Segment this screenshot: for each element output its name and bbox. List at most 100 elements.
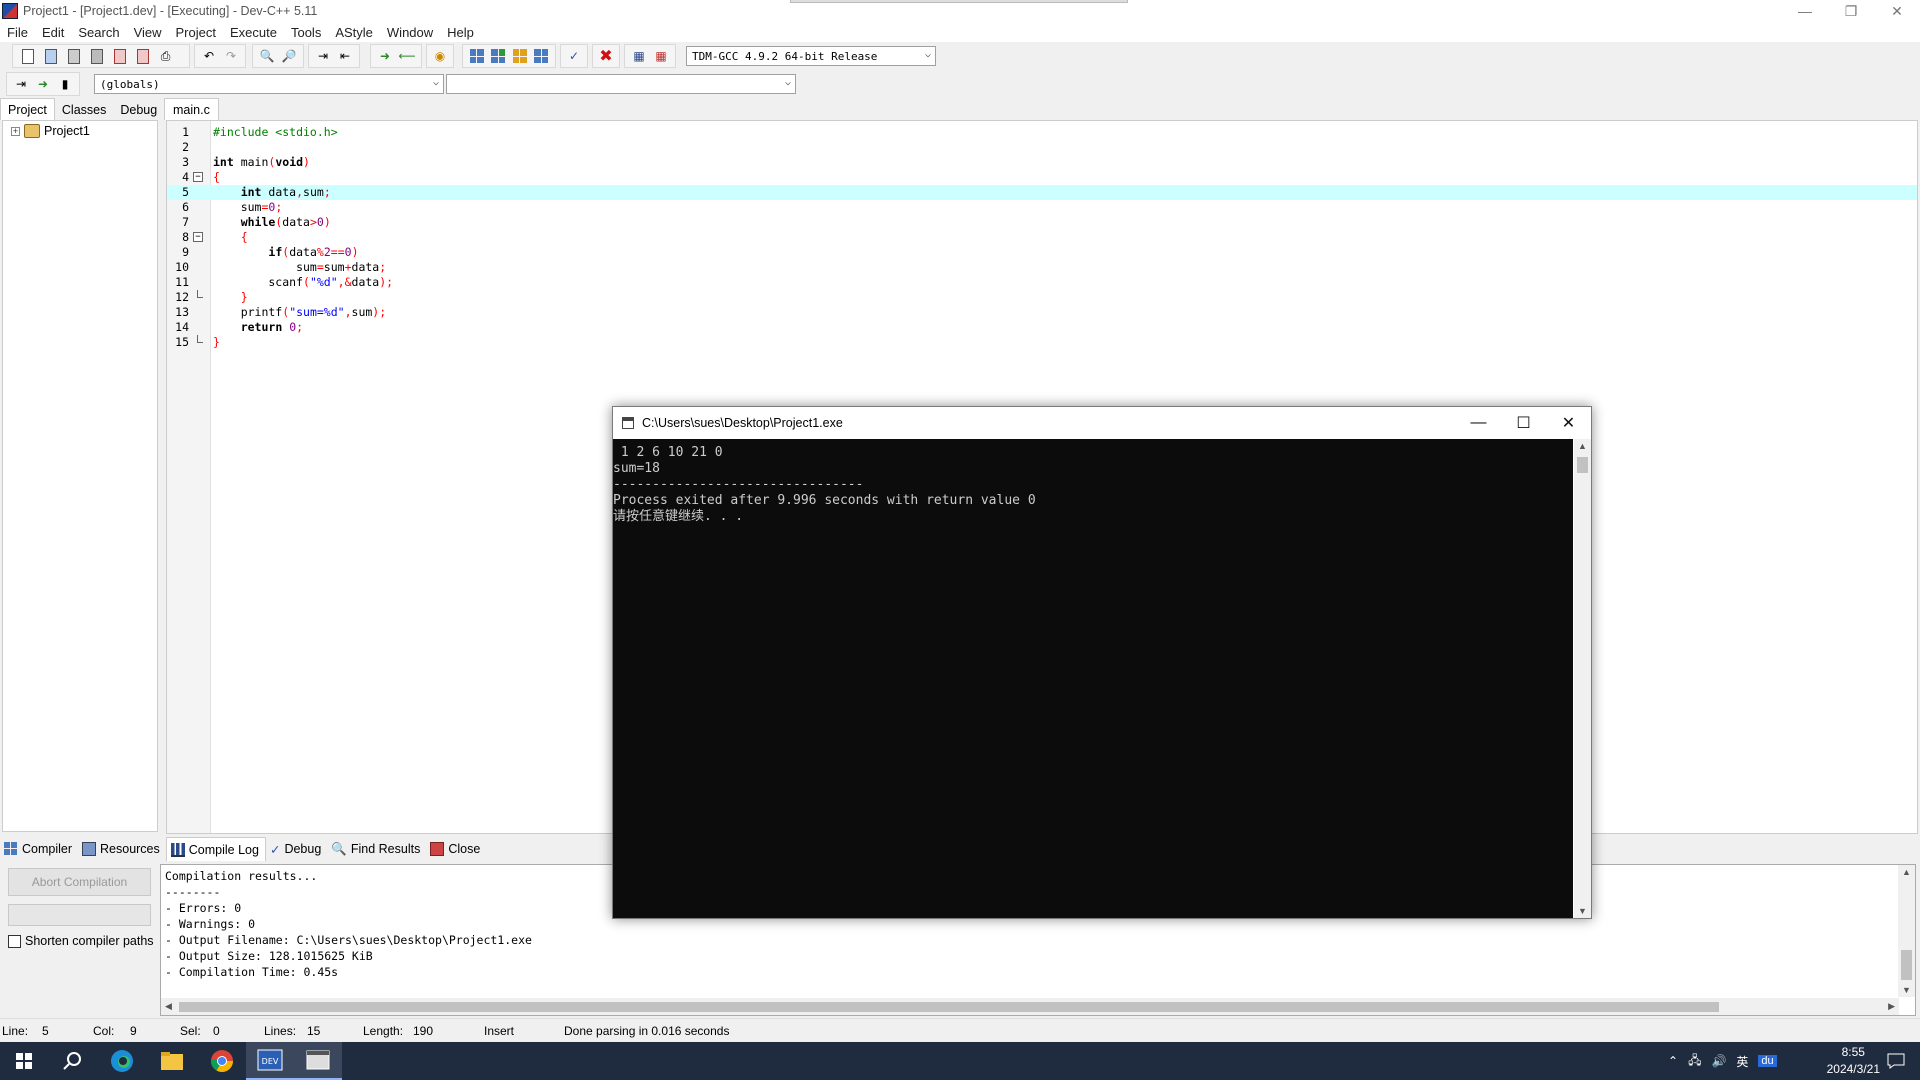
log-horizontal-scrollbar[interactable]: ◀ ▶ <box>161 998 1899 1015</box>
menu-execute[interactable]: Execute <box>223 25 284 40</box>
goto-line-icon[interactable]: ➜ <box>376 47 394 66</box>
edge-taskbar-button[interactable] <box>98 1042 146 1080</box>
code-line[interactable]: 11 scanf("%d",&data); <box>167 275 1917 290</box>
compile-run-icon[interactable] <box>511 47 529 66</box>
compile-icon[interactable] <box>468 47 486 66</box>
redo-icon[interactable]: ↷ <box>222 47 240 66</box>
code-line[interactable]: 8− { <box>167 230 1917 245</box>
scroll-thumb[interactable] <box>1901 950 1912 980</box>
menu-window[interactable]: Window <box>380 25 440 40</box>
devcpp-app-icon[interactable] <box>2 3 18 19</box>
fold-collapse-icon[interactable]: − <box>193 232 203 242</box>
tab-project[interactable]: Project <box>0 98 55 120</box>
minimize-button[interactable]: — <box>1782 0 1828 22</box>
open-file-icon[interactable] <box>41 47 60 66</box>
close-all-icon[interactable] <box>133 47 152 66</box>
code-line[interactable]: 7 while(data>0) <box>167 215 1917 230</box>
menu-search[interactable]: Search <box>71 25 126 40</box>
scroll-down-icon[interactable]: ▼ <box>1578 906 1587 916</box>
tab-resources[interactable]: Resources <box>78 837 166 861</box>
tab-compiler[interactable]: Compiler <box>0 837 78 861</box>
restore-button[interactable]: ❐ <box>1828 0 1874 22</box>
abort-compilation-button[interactable]: Abort Compilation <box>8 868 151 896</box>
syntax-check-icon[interactable]: ✓ <box>566 47 582 66</box>
menu-astyle[interactable]: AStyle <box>328 25 380 40</box>
code-line[interactable]: 14 return 0; <box>167 320 1917 335</box>
console-output-area[interactable]: 1 2 6 10 21 0 sum=18 ---------------------… <box>613 439 1573 918</box>
find-icon[interactable]: 🔍 <box>258 47 276 66</box>
save-all-icon[interactable] <box>87 47 106 66</box>
action-center-button[interactable] <box>1872 1042 1920 1080</box>
baidu-ime-icon[interactable]: du <box>1758 1055 1777 1067</box>
console-maximize-button[interactable]: ☐ <box>1501 407 1546 439</box>
code-line[interactable]: 4−{ <box>167 170 1917 185</box>
scroll-left-icon[interactable]: ◀ <box>165 1001 172 1012</box>
network-icon[interactable]: 🖧 <box>1688 1051 1701 1072</box>
profile-chart-icon[interactable]: ▦ <box>630 47 648 66</box>
console-scrollbar[interactable]: ▲ ▼ <box>1574 439 1591 918</box>
delete-profile-icon[interactable]: ▦ <box>652 47 670 66</box>
console-title-bar[interactable]: C:\Users\sues\Desktop\Project1.exe — ☐ ✕ <box>613 407 1591 439</box>
scroll-up-icon[interactable]: ▲ <box>1902 867 1911 877</box>
tab-compile-log[interactable]: Compile Log <box>165 837 266 861</box>
scope-select[interactable]: (globals) ⌵ <box>94 74 444 94</box>
search-button[interactable] <box>48 1042 96 1080</box>
tab-classes[interactable]: Classes <box>55 100 113 120</box>
close-button[interactable]: ✕ <box>1874 0 1920 22</box>
undo-icon[interactable]: ↶ <box>200 47 218 66</box>
function-select[interactable]: ⌵ <box>446 74 796 94</box>
stop-execution-icon[interactable]: ✖ <box>598 47 614 66</box>
scroll-thumb[interactable] <box>1577 457 1588 473</box>
scroll-thumb[interactable] <box>179 1002 1719 1012</box>
console-taskbar-button[interactable] <box>294 1042 342 1080</box>
code-line[interactable]: 6 sum=0; <box>167 200 1917 215</box>
save-icon[interactable] <box>64 47 83 66</box>
project-options-icon[interactable]: ◉ <box>432 47 448 66</box>
shorten-paths-option[interactable]: Shorten compiler paths <box>8 934 154 948</box>
chrome-taskbar-button[interactable] <box>198 1042 246 1080</box>
print-icon[interactable]: ⎙ <box>156 47 175 66</box>
unindent-icon[interactable]: ⇤ <box>336 47 354 66</box>
start-button[interactable] <box>0 1042 48 1080</box>
code-line[interactable]: 1 #include <stdio.h> <box>167 125 1917 140</box>
close-file-icon[interactable] <box>110 47 129 66</box>
new-file-icon[interactable] <box>18 47 37 66</box>
code-line[interactable]: 12 } <box>167 290 1917 305</box>
compiler-select[interactable]: TDM-GCC 4.9.2 64-bit Release ⌵ <box>686 46 936 66</box>
tab-debug[interactable]: Debug <box>113 100 164 120</box>
shorten-paths-checkbox[interactable] <box>8 934 21 948</box>
insert-icon[interactable]: ⇥ <box>12 75 30 94</box>
volume-icon[interactable]: 🔊 <box>1711 1054 1726 1068</box>
console-minimize-button[interactable]: — <box>1456 407 1501 439</box>
code-line[interactable]: 9 if(data%2==0) <box>167 245 1917 260</box>
scroll-right-icon[interactable]: ▶ <box>1888 1001 1895 1012</box>
toggle-bookmark-icon[interactable]: ➜ <box>34 75 52 94</box>
replace-icon[interactable]: 🔎 <box>280 47 298 66</box>
goto-bookmark-icon[interactable]: ▮ <box>56 75 74 94</box>
file-explorer-taskbar-button[interactable] <box>148 1042 196 1080</box>
menu-help[interactable]: Help <box>440 25 481 40</box>
code-line[interactable]: 10 sum=sum+data; <box>167 260 1917 275</box>
devcpp-taskbar-button[interactable]: DEV <box>246 1042 294 1080</box>
show-hidden-icons-chevron-icon[interactable]: ⌃ <box>1668 1054 1678 1068</box>
scroll-down-icon[interactable]: ▼ <box>1902 985 1911 995</box>
indent-icon[interactable]: ⇥ <box>314 47 332 66</box>
tab-find-results[interactable]: 🔍 Find Results <box>327 837 426 861</box>
tab-main-c[interactable]: main.c <box>164 98 219 120</box>
menu-tools[interactable]: Tools <box>284 25 328 40</box>
tab-close[interactable]: Close <box>426 837 486 861</box>
tab-debug-bottom[interactable]: ✓ Debug <box>266 837 327 861</box>
scroll-up-icon[interactable]: ▲ <box>1578 441 1587 451</box>
menu-edit[interactable]: Edit <box>35 25 71 40</box>
ime-indicator[interactable]: 英 <box>1736 1053 1748 1070</box>
log-vertical-scrollbar[interactable]: ▲ ▼ <box>1898 865 1915 997</box>
menu-view[interactable]: View <box>127 25 169 40</box>
run-icon[interactable] <box>490 47 508 66</box>
goto-back-icon[interactable]: ⟵ <box>398 47 416 66</box>
code-line[interactable]: 15} <box>167 335 1917 350</box>
code-line[interactable]: 13 printf("sum=%d",sum); <box>167 305 1917 320</box>
tree-item-project1[interactable]: + Project1 <box>3 121 157 138</box>
code-line[interactable]: 3 int main(void) <box>167 155 1917 170</box>
menu-project[interactable]: Project <box>169 25 223 40</box>
code-line[interactable]: 5 int data,sum; <box>167 185 1917 200</box>
